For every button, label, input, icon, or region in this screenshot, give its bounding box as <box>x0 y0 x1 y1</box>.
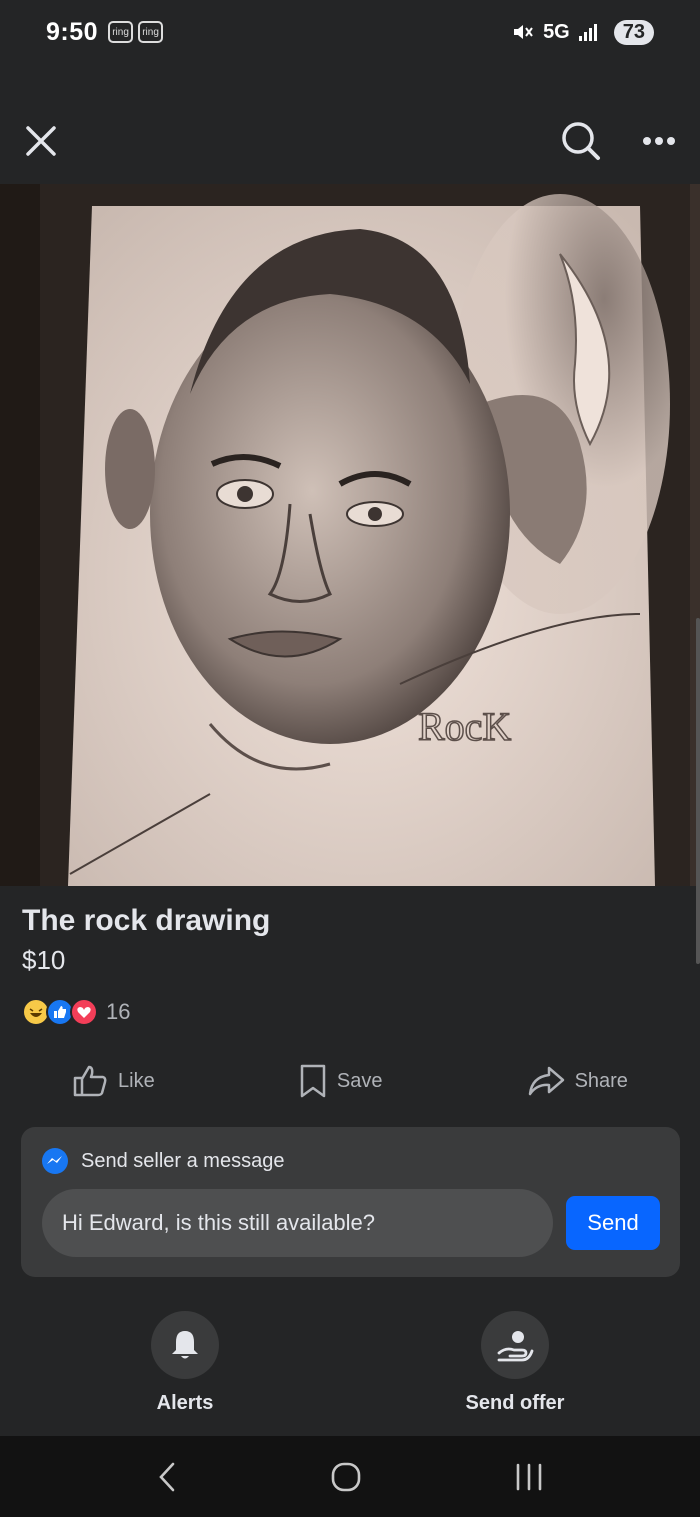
like-button[interactable]: Like <box>72 1064 155 1098</box>
close-button[interactable] <box>24 124 58 158</box>
home-button[interactable] <box>330 1461 362 1493</box>
search-icon <box>562 122 600 160</box>
product-image[interactable]: RocK <box>0 184 700 886</box>
share-label: Share <box>574 1069 628 1092</box>
like-icon <box>73 1065 107 1097</box>
message-card-header: Send seller a message <box>41 1147 284 1175</box>
ring-notification-icon: ring <box>108 21 134 43</box>
save-label: Save <box>336 1069 383 1092</box>
messenger-icon <box>42 1148 68 1174</box>
recents-button[interactable] <box>514 1462 544 1492</box>
message-seller-card: Send seller a message Send <box>21 1127 680 1277</box>
mute-icon <box>514 25 533 39</box>
scrollbar[interactable] <box>696 618 700 964</box>
more-options-button[interactable] <box>642 136 676 146</box>
share-icon <box>528 1066 564 1096</box>
top-nav <box>0 100 700 182</box>
alerts-button[interactable] <box>151 1311 219 1379</box>
share-button[interactable]: Share <box>527 1065 628 1097</box>
system-nav-bar <box>0 1436 700 1517</box>
back-button[interactable] <box>156 1461 178 1493</box>
bookmark-icon <box>300 1064 326 1098</box>
drawing-photo: RocK <box>0 184 700 886</box>
status-indicators: 5G 73 <box>511 19 654 45</box>
listing-title: The rock drawing <box>22 904 271 937</box>
reactions-summary[interactable]: 16 <box>22 996 130 1028</box>
save-button[interactable]: Save <box>299 1064 383 1098</box>
send-offer-button[interactable] <box>481 1311 549 1379</box>
love-reaction-icon <box>70 998 98 1026</box>
drawing-signature-text: RocK <box>418 704 511 749</box>
send-button[interactable]: Send <box>566 1196 660 1250</box>
alerts-label: Alerts <box>156 1392 214 1414</box>
more-icon <box>643 137 675 145</box>
home-icon <box>331 1462 361 1491</box>
back-icon <box>159 1462 175 1491</box>
reaction-count: 16 <box>106 999 131 1024</box>
action-row: Like Save Share <box>0 1056 700 1106</box>
recents-icon <box>516 1463 542 1490</box>
offer-hand-icon <box>497 1331 534 1362</box>
send-offer-label: Send offer <box>465 1392 565 1414</box>
bell-icon <box>172 1331 198 1359</box>
status-time: 9:50 <box>46 17 99 46</box>
signal-icon <box>578 24 597 41</box>
search-button[interactable] <box>560 120 602 162</box>
like-label: Like <box>118 1069 155 1092</box>
listing-price: $10 <box>22 945 66 975</box>
close-icon <box>26 126 56 156</box>
ring-notification-icon: ring <box>138 21 164 43</box>
network-label: 5G <box>543 20 570 43</box>
message-card-title: Send seller a message <box>81 1149 285 1172</box>
message-input[interactable] <box>42 1189 553 1257</box>
status-bar: 9:50 ring ring 5G 73 <box>0 0 700 64</box>
battery-badge: 73 <box>613 19 654 45</box>
